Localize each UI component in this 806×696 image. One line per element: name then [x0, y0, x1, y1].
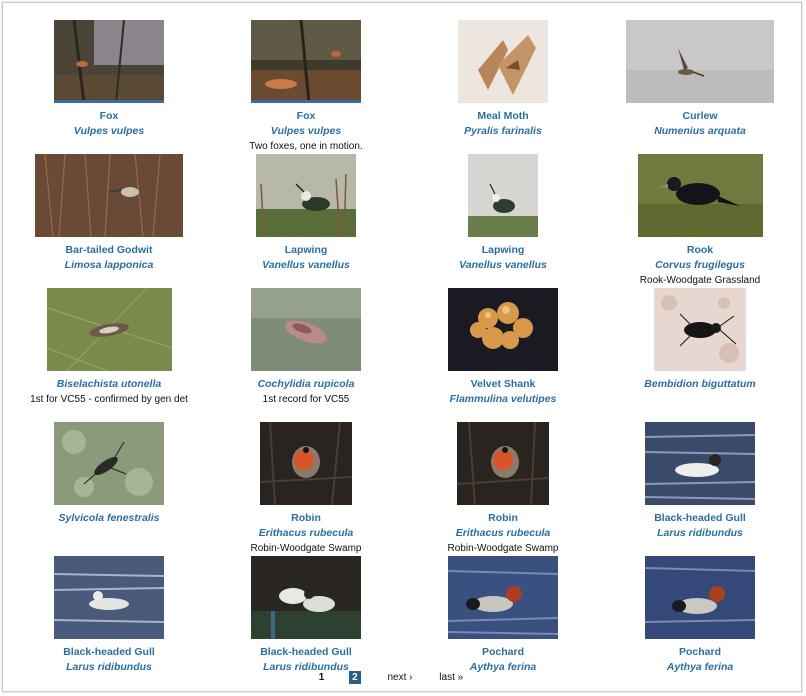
lapwing-photo[interactable] — [468, 154, 538, 237]
scientific-name-link[interactable]: Sylvicola fenestralis — [11, 511, 207, 526]
species-gallery: Fox Vulpes vulpes Fox Vulpes vulpes Two … — [11, 20, 798, 689]
robin-photo[interactable] — [260, 422, 352, 505]
scientific-name-link[interactable]: Erithacus rubecula — [405, 526, 601, 541]
common-name-link[interactable]: Meal Moth — [405, 109, 601, 124]
scientific-name-link[interactable]: Limosa lapponica — [11, 258, 207, 273]
last-page-link[interactable]: last » — [439, 672, 463, 683]
gallery-item: Rook Corvus frugilegus Rook-Woodgate Gra… — [602, 154, 798, 287]
scientific-name-link[interactable]: Vanellus vanellus — [405, 258, 601, 273]
record-note: Robin-Woodgate Swamp — [250, 543, 362, 554]
gallery-frame: Fox Vulpes vulpes Fox Vulpes vulpes Two … — [2, 2, 802, 692]
gallery-item: Pochard Aythya ferina — [405, 556, 601, 689]
common-name-link[interactable]: Black-headed Gull — [208, 645, 404, 660]
gallery-item: Lapwing Vanellus vanellus — [405, 154, 601, 287]
gallery-item: Black-headed Gull Larus ridibundus — [602, 422, 798, 555]
gallery-item: Curlew Numenius arquata — [602, 20, 798, 153]
gallery-item: Bembidion biguttatum — [602, 288, 798, 421]
common-name-link[interactable]: Curlew — [602, 109, 798, 124]
scientific-name-link[interactable]: Numenius arquata — [602, 124, 798, 139]
common-name-link[interactable]: Lapwing — [208, 243, 404, 258]
fungus-photo[interactable] — [448, 288, 558, 371]
gallery-item: Fox Vulpes vulpes Two foxes, one in moti… — [208, 20, 404, 153]
gallery-item: Velvet Shank Flammulina velutipes — [405, 288, 601, 421]
moth-photo[interactable] — [458, 20, 548, 103]
gallery-item: Black-headed Gull Larus ridibundus — [208, 556, 404, 689]
lapwing-photo[interactable] — [256, 154, 356, 237]
pochard-photo[interactable] — [645, 556, 755, 639]
scientific-name-link[interactable]: Corvus frugilegus — [602, 258, 798, 273]
page-1-link[interactable]: 1 — [319, 672, 325, 683]
pagination: 1 2 next › last » — [3, 671, 803, 684]
scientific-name-link[interactable]: Biselachista utonella — [11, 377, 207, 392]
common-name-link[interactable]: Bar-tailed Godwit — [11, 243, 207, 258]
common-name-link[interactable]: Fox — [208, 109, 404, 124]
scientific-name-link[interactable]: Cochylidia rupicola — [208, 377, 404, 392]
scientific-name-link[interactable]: Vanellus vanellus — [208, 258, 404, 273]
scientific-name-link[interactable]: Larus ridibundus — [602, 526, 798, 541]
current-page: 2 — [349, 671, 361, 684]
fly-photo[interactable] — [54, 422, 164, 505]
record-note: 1st record for VC55 — [262, 394, 350, 405]
scientific-name-link[interactable]: Pyralis farinalis — [405, 124, 601, 139]
scientific-name-link[interactable]: Bembidion biguttatum — [602, 377, 798, 392]
gallery-item: Biselachista utonella 1st for VC55 - con… — [11, 288, 207, 421]
common-name-link[interactable]: Robin — [405, 511, 601, 526]
record-note: Two foxes, one in motion. — [249, 141, 363, 152]
gull-photo[interactable] — [251, 556, 361, 639]
common-name-link[interactable]: Rook — [602, 243, 798, 258]
gallery-item: Lapwing Vanellus vanellus — [208, 154, 404, 287]
record-note: Rook-Woodgate Grassland — [639, 275, 761, 286]
scientific-name-link[interactable]: Flammulina velutipes — [405, 392, 601, 407]
gull-photo[interactable] — [54, 556, 164, 639]
fox-photo[interactable] — [251, 20, 361, 103]
gallery-item: Bar-tailed Godwit Limosa lapponica — [11, 154, 207, 287]
fox-photo[interactable] — [54, 20, 164, 103]
record-note: 1st for VC55 - confirmed by gen det — [30, 394, 188, 405]
gallery-item: Fox Vulpes vulpes — [11, 20, 207, 153]
robin-photo[interactable] — [457, 422, 549, 505]
gallery-item: Cochylidia rupicola 1st record for VC55 — [208, 288, 404, 421]
scientific-name-link[interactable]: Vulpes vulpes — [208, 124, 404, 139]
beetle-photo[interactable] — [654, 288, 746, 371]
rook-photo[interactable] — [637, 154, 763, 237]
pochard-photo[interactable] — [448, 556, 558, 639]
common-name-link[interactable]: Lapwing — [405, 243, 601, 258]
gull-photo[interactable] — [645, 422, 755, 505]
common-name-link[interactable]: Black-headed Gull — [11, 645, 207, 660]
common-name-link[interactable]: Fox — [11, 109, 207, 124]
common-name-link[interactable]: Pochard — [602, 645, 798, 660]
gallery-item: Meal Moth Pyralis farinalis — [405, 20, 601, 153]
common-name-link[interactable]: Black-headed Gull — [602, 511, 798, 526]
record-note: Robin-Woodgate Swamp — [447, 543, 559, 554]
godwit-photo[interactable] — [35, 154, 183, 237]
next-page-link[interactable]: next › — [387, 672, 412, 683]
common-name-link[interactable]: Velvet Shank — [405, 377, 601, 392]
common-name-link[interactable]: Pochard — [405, 645, 601, 660]
moth-photo[interactable] — [251, 288, 361, 371]
gallery-item: Robin Erithacus rubecula Robin-Woodgate … — [208, 422, 404, 555]
gallery-item: Pochard Aythya ferina — [602, 556, 798, 689]
scientific-name-link[interactable]: Vulpes vulpes — [11, 124, 207, 139]
scientific-name-link[interactable]: Erithacus rubecula — [208, 526, 404, 541]
common-name-link[interactable]: Robin — [208, 511, 404, 526]
gallery-item: Black-headed Gull Larus ridibundus — [11, 556, 207, 689]
moth-photo[interactable] — [46, 288, 172, 371]
gallery-item: Sylvicola fenestralis — [11, 422, 207, 555]
gallery-item: Robin Erithacus rubecula Robin-Woodgate … — [405, 422, 601, 555]
curlew-photo[interactable] — [626, 20, 774, 103]
